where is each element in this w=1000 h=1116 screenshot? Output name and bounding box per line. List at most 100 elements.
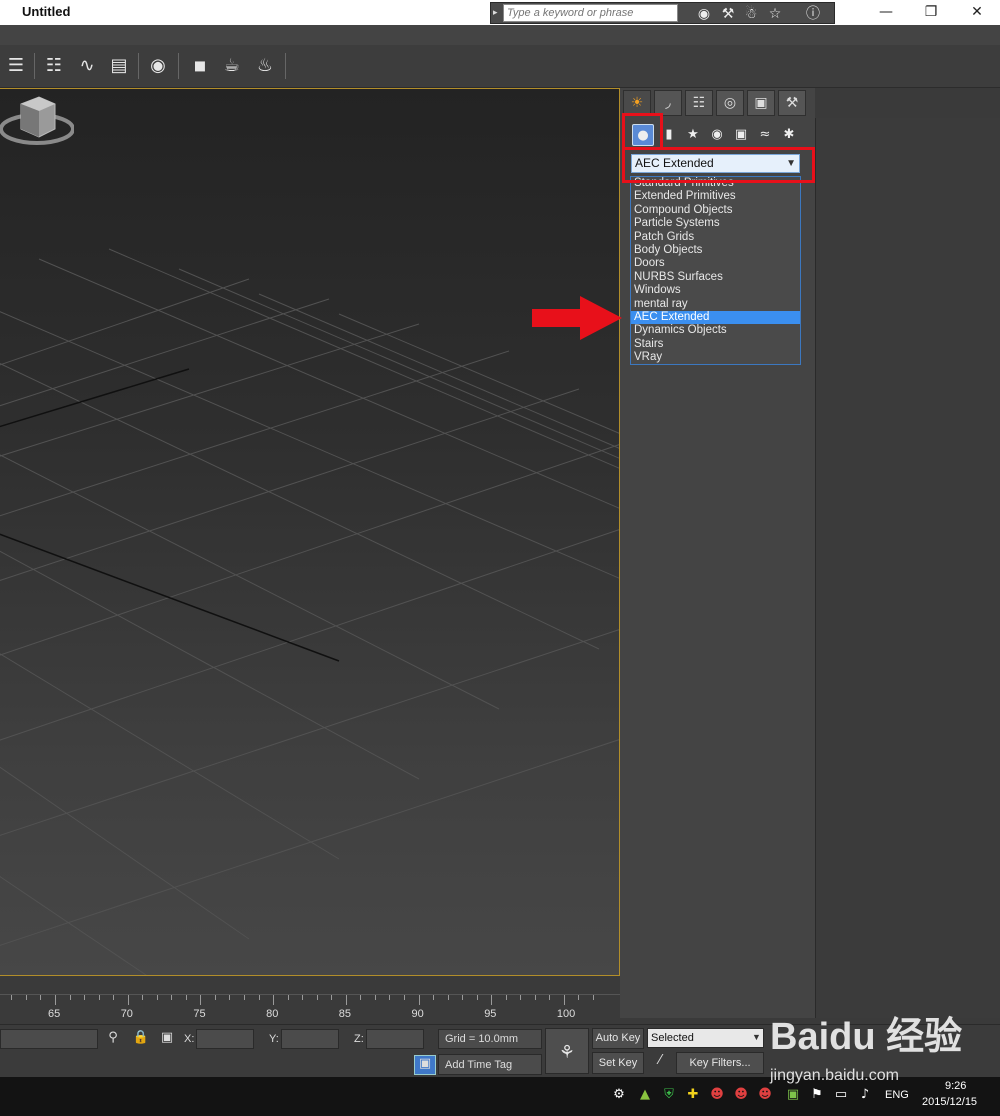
ruler-tick <box>374 995 376 1000</box>
ruler-tick <box>447 995 449 1000</box>
list-item[interactable]: Extended Primitives <box>631 190 800 203</box>
lock-icon[interactable]: 🔒 <box>132 1030 150 1045</box>
ruler-tick <box>84 995 86 1000</box>
menu-strip <box>0 25 1000 45</box>
track-bar[interactable]: 65 70 75 80 85 90 95 100 <box>0 994 620 1024</box>
qq-tray-icon[interactable]: ☻ <box>732 1086 750 1104</box>
add-time-tag-field[interactable]: Add Time Tag <box>438 1054 542 1075</box>
list-item[interactable]: Compound Objects <box>631 204 800 217</box>
watermark-brand: Baidu 经验 <box>770 1016 963 1058</box>
plus-tray-icon[interactable]: ✚ <box>684 1086 702 1104</box>
search-input[interactable] <box>503 4 678 22</box>
lights-icon[interactable]: ★ <box>682 124 704 146</box>
ruler-tick <box>214 995 216 1000</box>
x-field[interactable] <box>196 1029 254 1049</box>
rendered-frame-icon[interactable]: ☕ <box>218 52 246 80</box>
tools-icon[interactable]: ⚒ <box>718 5 738 23</box>
ruler-tick <box>360 995 362 1000</box>
z-field[interactable] <box>366 1029 424 1049</box>
ruler-tick <box>462 995 464 1000</box>
auto-key-button[interactable]: Auto Key <box>592 1028 644 1049</box>
qq-tray-icon[interactable]: ☻ <box>708 1086 726 1104</box>
y-field[interactable] <box>281 1029 339 1049</box>
set-key-button[interactable]: Set Key <box>592 1052 644 1074</box>
shield-icon[interactable]: ⛨ <box>660 1086 678 1104</box>
list-item[interactable]: Doors <box>631 257 800 270</box>
ruler-tick <box>25 995 27 1000</box>
ruler-tick <box>403 995 405 1000</box>
list-item[interactable]: AEC Extended <box>631 310 800 325</box>
ruler-tick <box>476 995 478 1000</box>
ruler-tick <box>418 995 420 1005</box>
dropdown-highlight-box <box>622 147 815 183</box>
communication-icon[interactable]: ☃ <box>741 5 761 23</box>
viewcube-icon[interactable] <box>0 89 74 149</box>
x-label: X: <box>184 1033 195 1045</box>
helpers-icon[interactable]: ▣ <box>730 124 752 146</box>
render-setup-icon[interactable]: ◾ <box>186 52 214 80</box>
ruler-tick <box>302 995 304 1000</box>
light-lister-icon[interactable]: ☷ <box>40 52 68 80</box>
time-tag-icon[interactable]: ▣ <box>414 1055 436 1075</box>
ruler-label: 95 <box>484 1008 497 1020</box>
ruler-tick <box>592 995 594 1000</box>
star-icon[interactable]: ☆ <box>765 5 785 23</box>
list-item[interactable]: Patch Grids <box>631 231 800 244</box>
ruler-tick <box>505 995 507 1000</box>
ruler-tick <box>171 995 173 1000</box>
systems-icon[interactable]: ✱ <box>778 124 800 146</box>
ruler-tick <box>127 995 129 1005</box>
ruler-tick <box>69 995 71 1000</box>
render-icon[interactable]: ♨ <box>251 52 279 80</box>
ruler-tick <box>534 995 536 1000</box>
help-icon[interactable]: ⓘ <box>803 5 823 23</box>
display-tab[interactable]: ▣ <box>747 90 775 116</box>
list-item[interactable]: Particle Systems <box>631 217 800 230</box>
isolate-icon[interactable]: ⚲ <box>104 1030 122 1045</box>
chevron-down-icon: ▼ <box>752 1032 761 1042</box>
list-item[interactable]: NURBS Surfaces <box>631 271 800 284</box>
expand-arrow-icon[interactable]: ▸ <box>493 8 501 20</box>
list-item[interactable]: VRay <box>631 351 800 364</box>
list-item[interactable]: Windows <box>631 284 800 297</box>
toolbar-separator <box>138 53 139 79</box>
ruler-label: 85 <box>338 1008 352 1020</box>
key-filters-button[interactable]: Key Filters... <box>676 1052 764 1074</box>
set-key-mode-button[interactable]: ⚘ <box>545 1028 589 1074</box>
ruler-tick <box>520 995 522 1000</box>
ruler-label: 75 <box>193 1008 206 1020</box>
window-title: Untitled <box>22 4 71 19</box>
close-button[interactable]: ✕ <box>954 0 1000 25</box>
binoculars-icon[interactable]: ◉ <box>694 5 714 23</box>
baidu-watermark: Baidu 经验 jingyan.baidu.com <box>770 1005 1000 1100</box>
restore-button[interactable]: ❐ <box>908 0 954 25</box>
z-label: Z: <box>354 1033 364 1045</box>
ruler-tick <box>55 995 56 1005</box>
ruler-tick <box>549 995 551 1000</box>
space-warps-icon[interactable]: ≈ <box>754 124 776 146</box>
hierarchy-tab[interactable]: ☷ <box>685 90 713 116</box>
key-mode-icon[interactable]: ⁄ <box>650 1053 670 1068</box>
cameras-icon[interactable]: ◉ <box>706 124 728 146</box>
utilities-tab[interactable]: ⚒ <box>778 90 806 116</box>
list-item[interactable]: Body Objects <box>631 244 800 257</box>
geometry-highlight-box <box>622 113 663 150</box>
schematic-view-icon[interactable]: ▤ <box>105 52 133 80</box>
transform-mode-icon[interactable]: ▣ <box>158 1030 176 1045</box>
list-item[interactable]: Dynamics Objects <box>631 324 800 337</box>
y-label: Y: <box>269 1033 279 1045</box>
list-item[interactable]: Stairs <box>631 338 800 351</box>
curve-editor-icon[interactable]: ∿ <box>73 52 101 80</box>
layer-manager-icon[interactable]: ☰ <box>2 52 30 80</box>
ruler-tick <box>578 995 580 1000</box>
minimize-button[interactable]: — <box>863 0 909 25</box>
key-selection-dropdown[interactable]: Selected ▼ <box>647 1028 764 1048</box>
ruler-tick <box>491 995 493 1005</box>
list-item[interactable]: mental ray <box>631 298 800 311</box>
motion-tab[interactable]: ◎ <box>716 90 744 116</box>
network-tray-icon[interactable]: ⚙ <box>610 1086 628 1104</box>
toolbar-separator <box>285 53 286 79</box>
perspective-viewport[interactable] <box>0 88 620 976</box>
nvidia-tray-icon[interactable]: ▲ <box>636 1086 654 1104</box>
material-editor-icon[interactable]: ◉ <box>144 52 172 80</box>
